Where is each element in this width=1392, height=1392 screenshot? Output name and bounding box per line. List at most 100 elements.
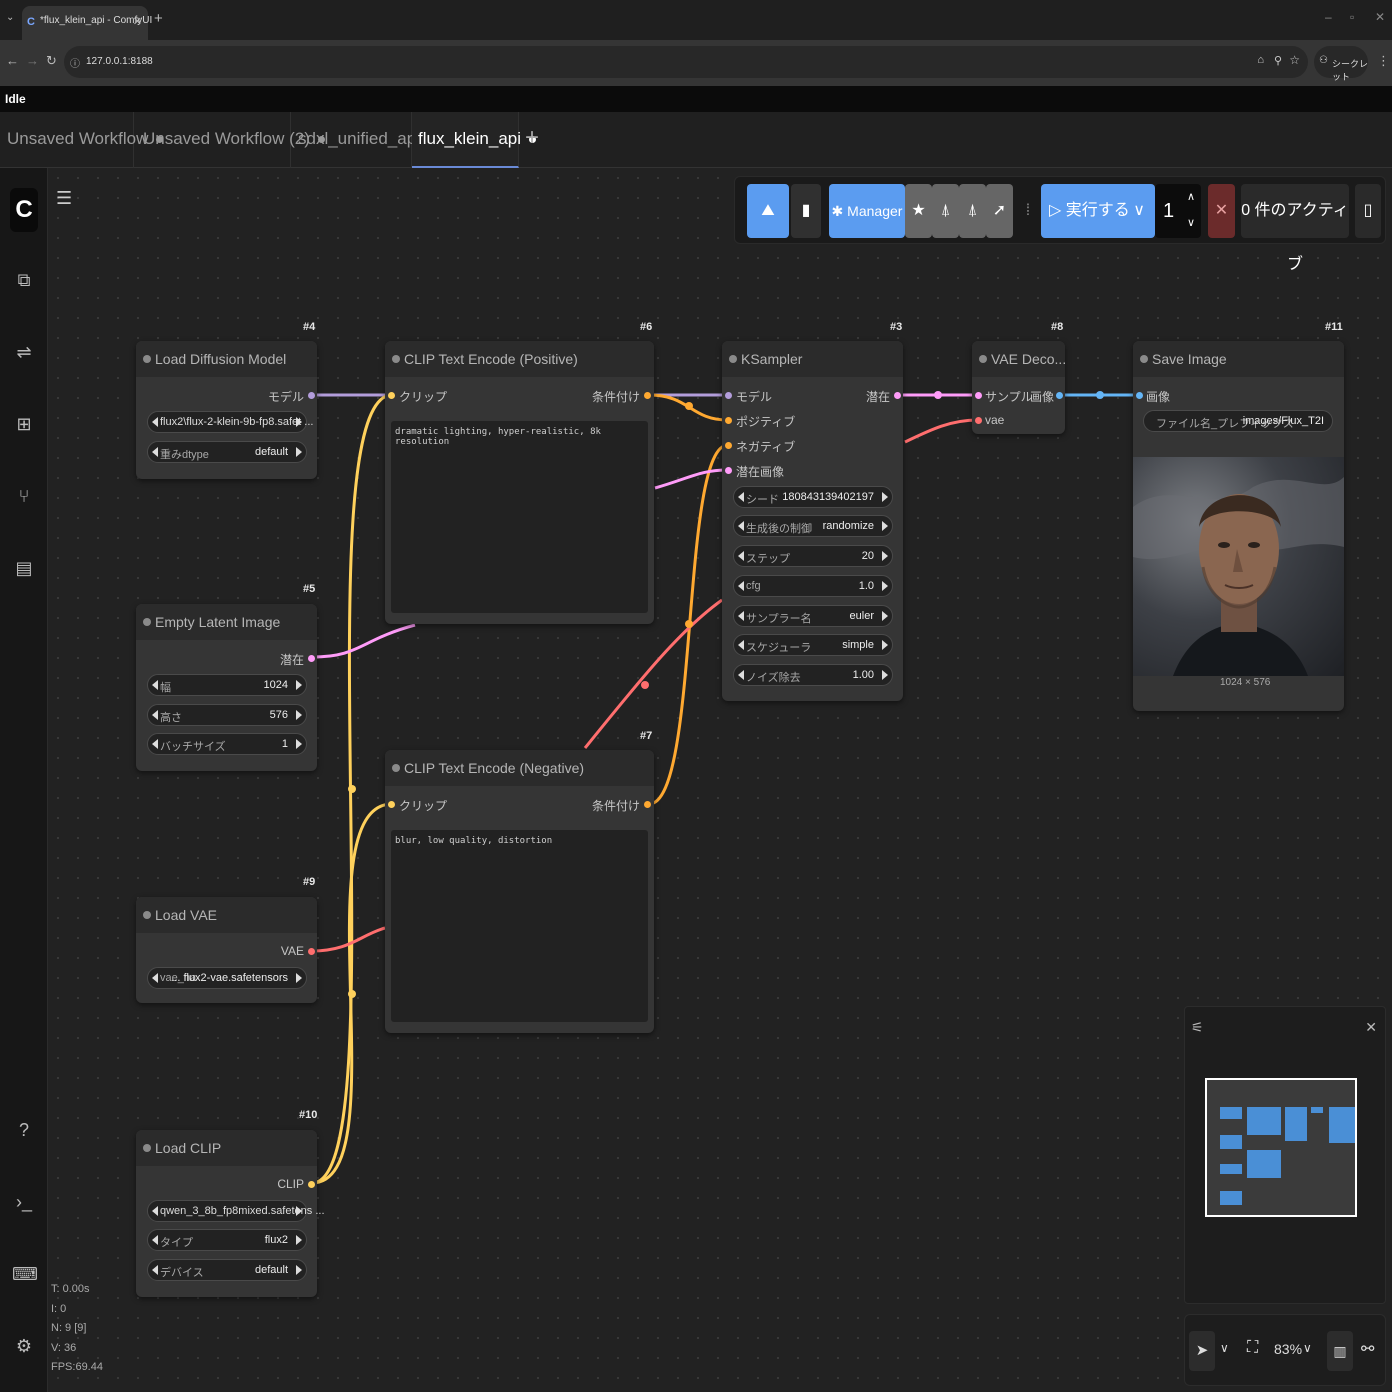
clip-device-combo[interactable]: デバイス default — [147, 1259, 307, 1281]
positive-prompt-textarea[interactable]: dramatic lighting, hyper-realistic, 8k r… — [391, 421, 648, 613]
translate-icon[interactable]: ⌂ — [1257, 54, 1264, 66]
extension-button-2[interactable]: ⍋ — [959, 184, 986, 238]
arrow-right-icon[interactable] — [882, 670, 888, 680]
run-button[interactable]: ▷ 実行する ∨ — [1041, 184, 1155, 238]
unet-name-combo[interactable]: flux2\flux-2-klein-9b-fp8.safet ... — [147, 411, 313, 433]
arrow-right-icon[interactable] — [296, 739, 302, 749]
back-icon[interactable]: ← — [6, 53, 19, 68]
node-ksampler[interactable]: KSampler モデル ポジティブ ネガティブ 潜在画像 潜在 シード 1808… — [722, 341, 903, 701]
input-latent-dot[interactable] — [725, 467, 732, 474]
site-info-icon[interactable]: ⓘ — [70, 55, 80, 70]
restore-icon[interactable]: ▫ — [1350, 10, 1354, 24]
bookmark-button[interactable]: ▮ — [791, 184, 821, 238]
model-library-icon[interactable]: ⊞ — [12, 412, 36, 436]
output-model-dot[interactable] — [308, 392, 315, 399]
run-options-chevron-icon[interactable]: ∨ — [1133, 184, 1145, 238]
zoom-icon[interactable]: ⚲ — [1274, 54, 1282, 67]
drag-handle[interactable]: ⁞ — [1021, 184, 1035, 238]
extension-button-1[interactable]: ⍋ — [932, 184, 959, 238]
active-queue-button[interactable]: 0 件のアクティブ — [1241, 184, 1349, 273]
browser-tab[interactable]: C *flux_klein_api - ComfyUI ✕ — [22, 6, 152, 40]
share-button[interactable]: ➚ — [986, 184, 1013, 238]
hamburger-menu-icon[interactable]: ☰ — [56, 188, 72, 209]
arrow-left-icon[interactable] — [152, 417, 158, 427]
arrow-left-icon[interactable] — [152, 1265, 158, 1275]
sampler-name-combo[interactable]: サンプラー名 euler — [733, 605, 893, 627]
arrow-right-icon[interactable] — [296, 417, 302, 427]
minimize-icon[interactable]: – — [1325, 10, 1332, 24]
input-clip-dot[interactable] — [388, 801, 395, 808]
mode-chevron-icon[interactable]: ∨ — [1220, 1341, 1229, 1355]
zoom-chevron-icon[interactable]: ∨ — [1303, 1341, 1312, 1355]
tab-unsaved-workflow[interactable]: Unsaved Workflow — [0, 112, 164, 168]
output-image-preview[interactable] — [1133, 457, 1344, 676]
clip-type-combo[interactable]: タイプ flux2 — [147, 1229, 307, 1251]
url-bar[interactable]: ⓘ 127.0.0.1:8188 ⌂ ⚲ ☆ — [64, 46, 1308, 78]
arrow-left-icon[interactable] — [738, 492, 744, 502]
node-library-icon[interactable]: ⇌ — [12, 340, 36, 364]
input-model-dot[interactable] — [725, 392, 732, 399]
tab-flux-klein-api[interactable]: flux_klein_api — [412, 112, 537, 168]
output-conditioning-dot[interactable] — [644, 392, 651, 399]
filename-prefix-input[interactable]: ファイル名_プレフィックス images/Flux_T2I — [1143, 410, 1333, 432]
cancel-run-button[interactable]: ✕ — [1208, 184, 1235, 238]
new-workflow-tab-icon[interactable]: + — [525, 124, 539, 152]
incognito-badge[interactable]: ⚇ シークレット — [1314, 46, 1368, 82]
node-clip-text-encode-positive[interactable]: CLIP Text Encode (Positive) クリップ 条件付け dr… — [385, 341, 654, 624]
zoom-value[interactable]: 83% — [1274, 1341, 1302, 1357]
fit-view-icon[interactable]: ⛶ — [1247, 1339, 1258, 1357]
node-save-image[interactable]: Save Image 画像 ファイル名_プレフィックス images/Flux_… — [1133, 341, 1344, 711]
arrow-left-icon[interactable] — [738, 521, 744, 531]
arrow-right-icon[interactable] — [296, 1235, 302, 1245]
input-image-dot[interactable] — [1136, 392, 1143, 399]
workflows-icon[interactable]: ⑂ — [12, 484, 36, 508]
weight-dtype-combo[interactable]: 重みdtype default — [147, 441, 307, 463]
arrow-left-icon[interactable] — [738, 640, 744, 650]
new-tab-icon[interactable]: + — [154, 10, 163, 27]
node-clip-text-encode-negative[interactable]: CLIP Text Encode (Negative) クリップ 条件付け bl… — [385, 750, 654, 1033]
arrow-right-icon[interactable] — [882, 581, 888, 591]
arrow-right-icon[interactable] — [296, 973, 302, 983]
input-positive-dot[interactable] — [725, 417, 732, 424]
arrow-left-icon[interactable] — [152, 710, 158, 720]
arrow-left-icon[interactable] — [152, 739, 158, 749]
vae-name-combo[interactable]: vae_na... flux2-vae.safetensors — [147, 967, 307, 989]
batch-count-stepper[interactable]: 1 ∧ ∨ — [1155, 184, 1201, 238]
toggle-panel-button[interactable]: ▯ — [1355, 184, 1381, 238]
manager-button[interactable]: ✱ Manager — [829, 184, 905, 238]
denoise-number[interactable]: ノイズ除去 1.00 — [733, 664, 893, 686]
input-vae-dot[interactable] — [975, 417, 982, 424]
arrow-left-icon[interactable] — [152, 973, 158, 983]
arrow-left-icon[interactable] — [738, 551, 744, 561]
select-mode-button[interactable]: ➤ — [1189, 1331, 1215, 1371]
output-vae-dot[interactable] — [308, 948, 315, 955]
output-latent-dot[interactable] — [894, 392, 901, 399]
output-image-dot[interactable] — [1056, 392, 1063, 399]
comfy-logo-button[interactable]: ⛰ — [747, 184, 789, 238]
arrow-left-icon[interactable] — [738, 611, 744, 621]
bookmark-star-icon[interactable]: ☆ — [1289, 53, 1300, 67]
arrow-right-icon[interactable] — [882, 611, 888, 621]
minimap-settings-icon[interactable]: ⚟ — [1191, 1019, 1204, 1036]
input-clip-dot[interactable] — [388, 392, 395, 399]
output-latent-dot[interactable] — [308, 655, 315, 662]
arrow-right-icon[interactable] — [882, 492, 888, 502]
decrement-icon[interactable]: ∨ — [1187, 196, 1195, 250]
steps-number[interactable]: ステップ 20 — [733, 545, 893, 567]
clip-name-combo[interactable]: qwen_3_8b_fp8mixed.safetens ... — [147, 1200, 325, 1222]
control-after-generate-combo[interactable]: 生成後の制御 randomize — [733, 515, 893, 537]
minimap-panel[interactable]: ⚟ ✕ — [1184, 1006, 1386, 1304]
node-load-vae[interactable]: Load VAE VAE vae_na... flux2-vae.safeten… — [136, 897, 317, 1003]
arrow-left-icon[interactable] — [152, 680, 158, 690]
browser-menu-icon[interactable]: ⋮ — [1377, 53, 1390, 69]
node-load-diffusion-model[interactable]: Load Diffusion Model モデル flux2\flux-2-kl… — [136, 341, 317, 479]
arrow-right-icon[interactable] — [296, 710, 302, 720]
tab-unsaved-workflow-2[interactable]: Unsaved Workflow (2) — [134, 112, 325, 168]
arrow-left-icon[interactable] — [152, 1235, 158, 1245]
output-conditioning-dot[interactable] — [644, 801, 651, 808]
minimap-close-icon[interactable]: ✕ — [1365, 1019, 1377, 1036]
arrow-right-icon[interactable] — [296, 1265, 302, 1275]
keyboard-icon[interactable]: ⌨ — [12, 1262, 38, 1286]
arrow-left-icon[interactable] — [738, 670, 744, 680]
reload-icon[interactable]: ↻ — [46, 53, 57, 69]
